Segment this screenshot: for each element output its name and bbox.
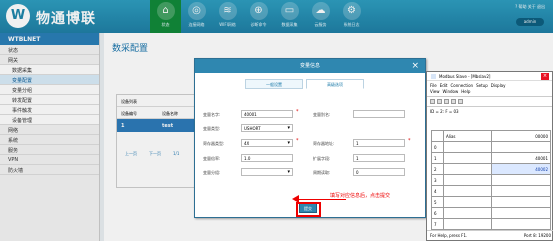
menu-file[interactable]: File xyxy=(430,83,437,88)
annotation-arrow xyxy=(297,199,346,200)
label-variable-rate: 变量倍率: xyxy=(203,156,221,161)
required-mark: * xyxy=(296,109,299,115)
variable-alias-field[interactable] xyxy=(353,110,405,118)
table-row: 6 xyxy=(431,207,551,219)
modbus-id-info: ID = 2: F = 03 xyxy=(430,109,459,114)
app-icon xyxy=(431,74,436,79)
dialog-tab-general[interactable]: 一般设置 xyxy=(245,79,303,89)
menu-connection[interactable]: Connection xyxy=(450,83,473,88)
label-extension-field: 扩展字段: xyxy=(313,156,331,161)
table-row: Alias 00000 xyxy=(431,130,551,142)
variable-name-field[interactable]: 40001 xyxy=(241,110,293,118)
port-status: Port 8: 19200 xyxy=(523,233,551,238)
close-icon[interactable]: × xyxy=(411,61,419,71)
label-register-type: 寄存器类型: xyxy=(203,141,225,146)
register-address-field[interactable]: 1 xyxy=(353,139,405,147)
table-row: 4 xyxy=(431,185,551,197)
period-read-field[interactable]: 0 xyxy=(353,168,405,176)
menu-display[interactable]: Display xyxy=(491,83,506,88)
required-mark: * xyxy=(408,138,411,144)
status-text: For Help, press F1. xyxy=(430,233,468,238)
table-row: 3 xyxy=(431,174,551,186)
modbus-slave-window: Modbus Slave - [Mbslav2] × File Edit Conne… xyxy=(426,71,553,241)
extension-field[interactable]: 1 xyxy=(353,154,405,162)
label-variable-group: 变量分组: xyxy=(203,170,221,175)
register-table: Alias 00000 0 1 40001 2 40002 3 4 5 6 7 xyxy=(431,130,551,230)
table-row: 2 40002 xyxy=(431,163,551,175)
variable-group-select[interactable] xyxy=(241,168,293,176)
menu-help[interactable]: Help xyxy=(461,89,470,94)
register-type-select[interactable]: 4X xyxy=(241,139,293,147)
table-row: 1 40001 xyxy=(431,152,551,164)
menu-view[interactable]: View xyxy=(430,89,440,94)
label-variable-type: 变量类型: xyxy=(203,126,221,131)
label-variable-alias: 变量别名: xyxy=(313,112,331,117)
label-register-address: 寄存器地址: xyxy=(313,141,335,146)
submit-highlight-box xyxy=(296,202,321,217)
required-mark: * xyxy=(296,138,299,144)
close-icon[interactable]: × xyxy=(541,73,549,80)
variable-type-select[interactable]: USHORT xyxy=(241,124,293,132)
variable-info-dialog: 变量信息 × 一般设置 高级选项 变量名字: 40001 * 变量类型: USH… xyxy=(194,58,426,218)
print-icon[interactable] xyxy=(451,99,456,104)
table-row: 7 xyxy=(431,218,551,230)
variable-rate-field[interactable]: 1.0 xyxy=(241,154,293,162)
new-icon[interactable] xyxy=(430,99,435,104)
dialog-tab-advanced[interactable]: 高级选项 xyxy=(306,79,364,89)
menu-setup[interactable]: Setup xyxy=(476,83,488,88)
label-variable-name: 变量名字: xyxy=(203,112,221,117)
modbus-menu: File Edit Connection Setup Display View Windo… xyxy=(427,81,552,97)
dialog-title: 变量信息 xyxy=(195,59,425,73)
menu-edit[interactable]: Edit xyxy=(440,83,448,88)
label-period-read: 周期读取: xyxy=(313,170,331,175)
modbus-title: Modbus Slave - [Mbslav2] xyxy=(427,72,552,81)
table-row: 5 xyxy=(431,196,551,208)
menu-window[interactable]: Window xyxy=(443,89,459,94)
save-icon[interactable] xyxy=(444,99,449,104)
status-bar: For Help, press F1. Port 8: 19200 xyxy=(427,230,553,240)
modbus-toolbar xyxy=(427,97,552,107)
dialog-tabs: 一般设置 高级选项 xyxy=(245,79,364,89)
open-icon[interactable] xyxy=(437,99,442,104)
table-row: 0 xyxy=(431,141,551,153)
help-icon[interactable] xyxy=(458,99,463,104)
annotation-note: 填写对应信息后，点击提交 xyxy=(330,193,391,199)
